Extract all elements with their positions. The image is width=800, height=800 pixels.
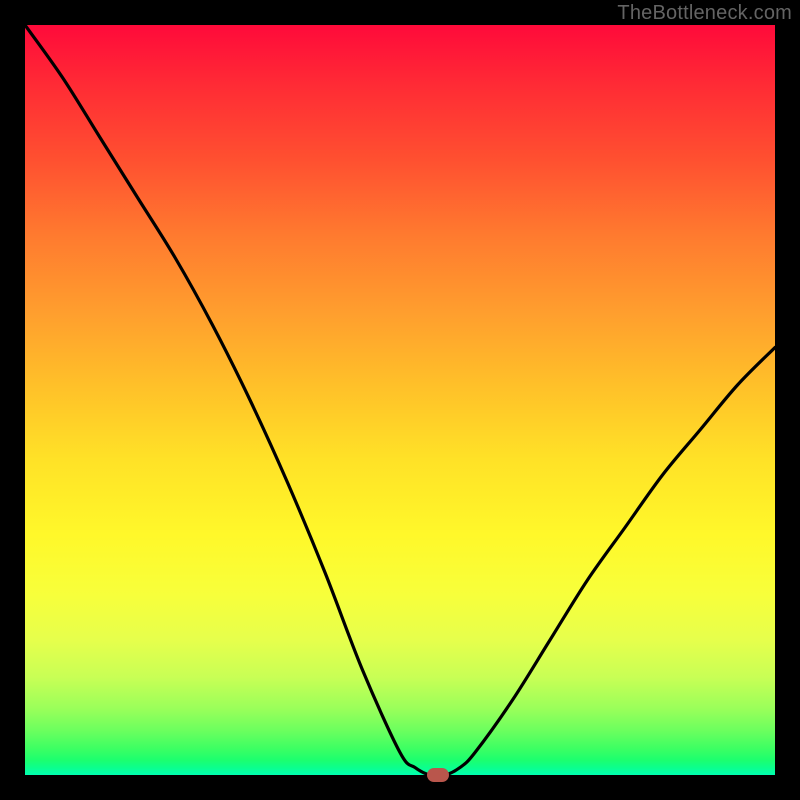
- watermark-text: TheBottleneck.com: [617, 2, 792, 25]
- optimum-marker: [427, 768, 449, 782]
- plot-area: [25, 25, 775, 775]
- chart-frame: TheBottleneck.com: [0, 0, 800, 800]
- bottleneck-curve: [25, 25, 775, 775]
